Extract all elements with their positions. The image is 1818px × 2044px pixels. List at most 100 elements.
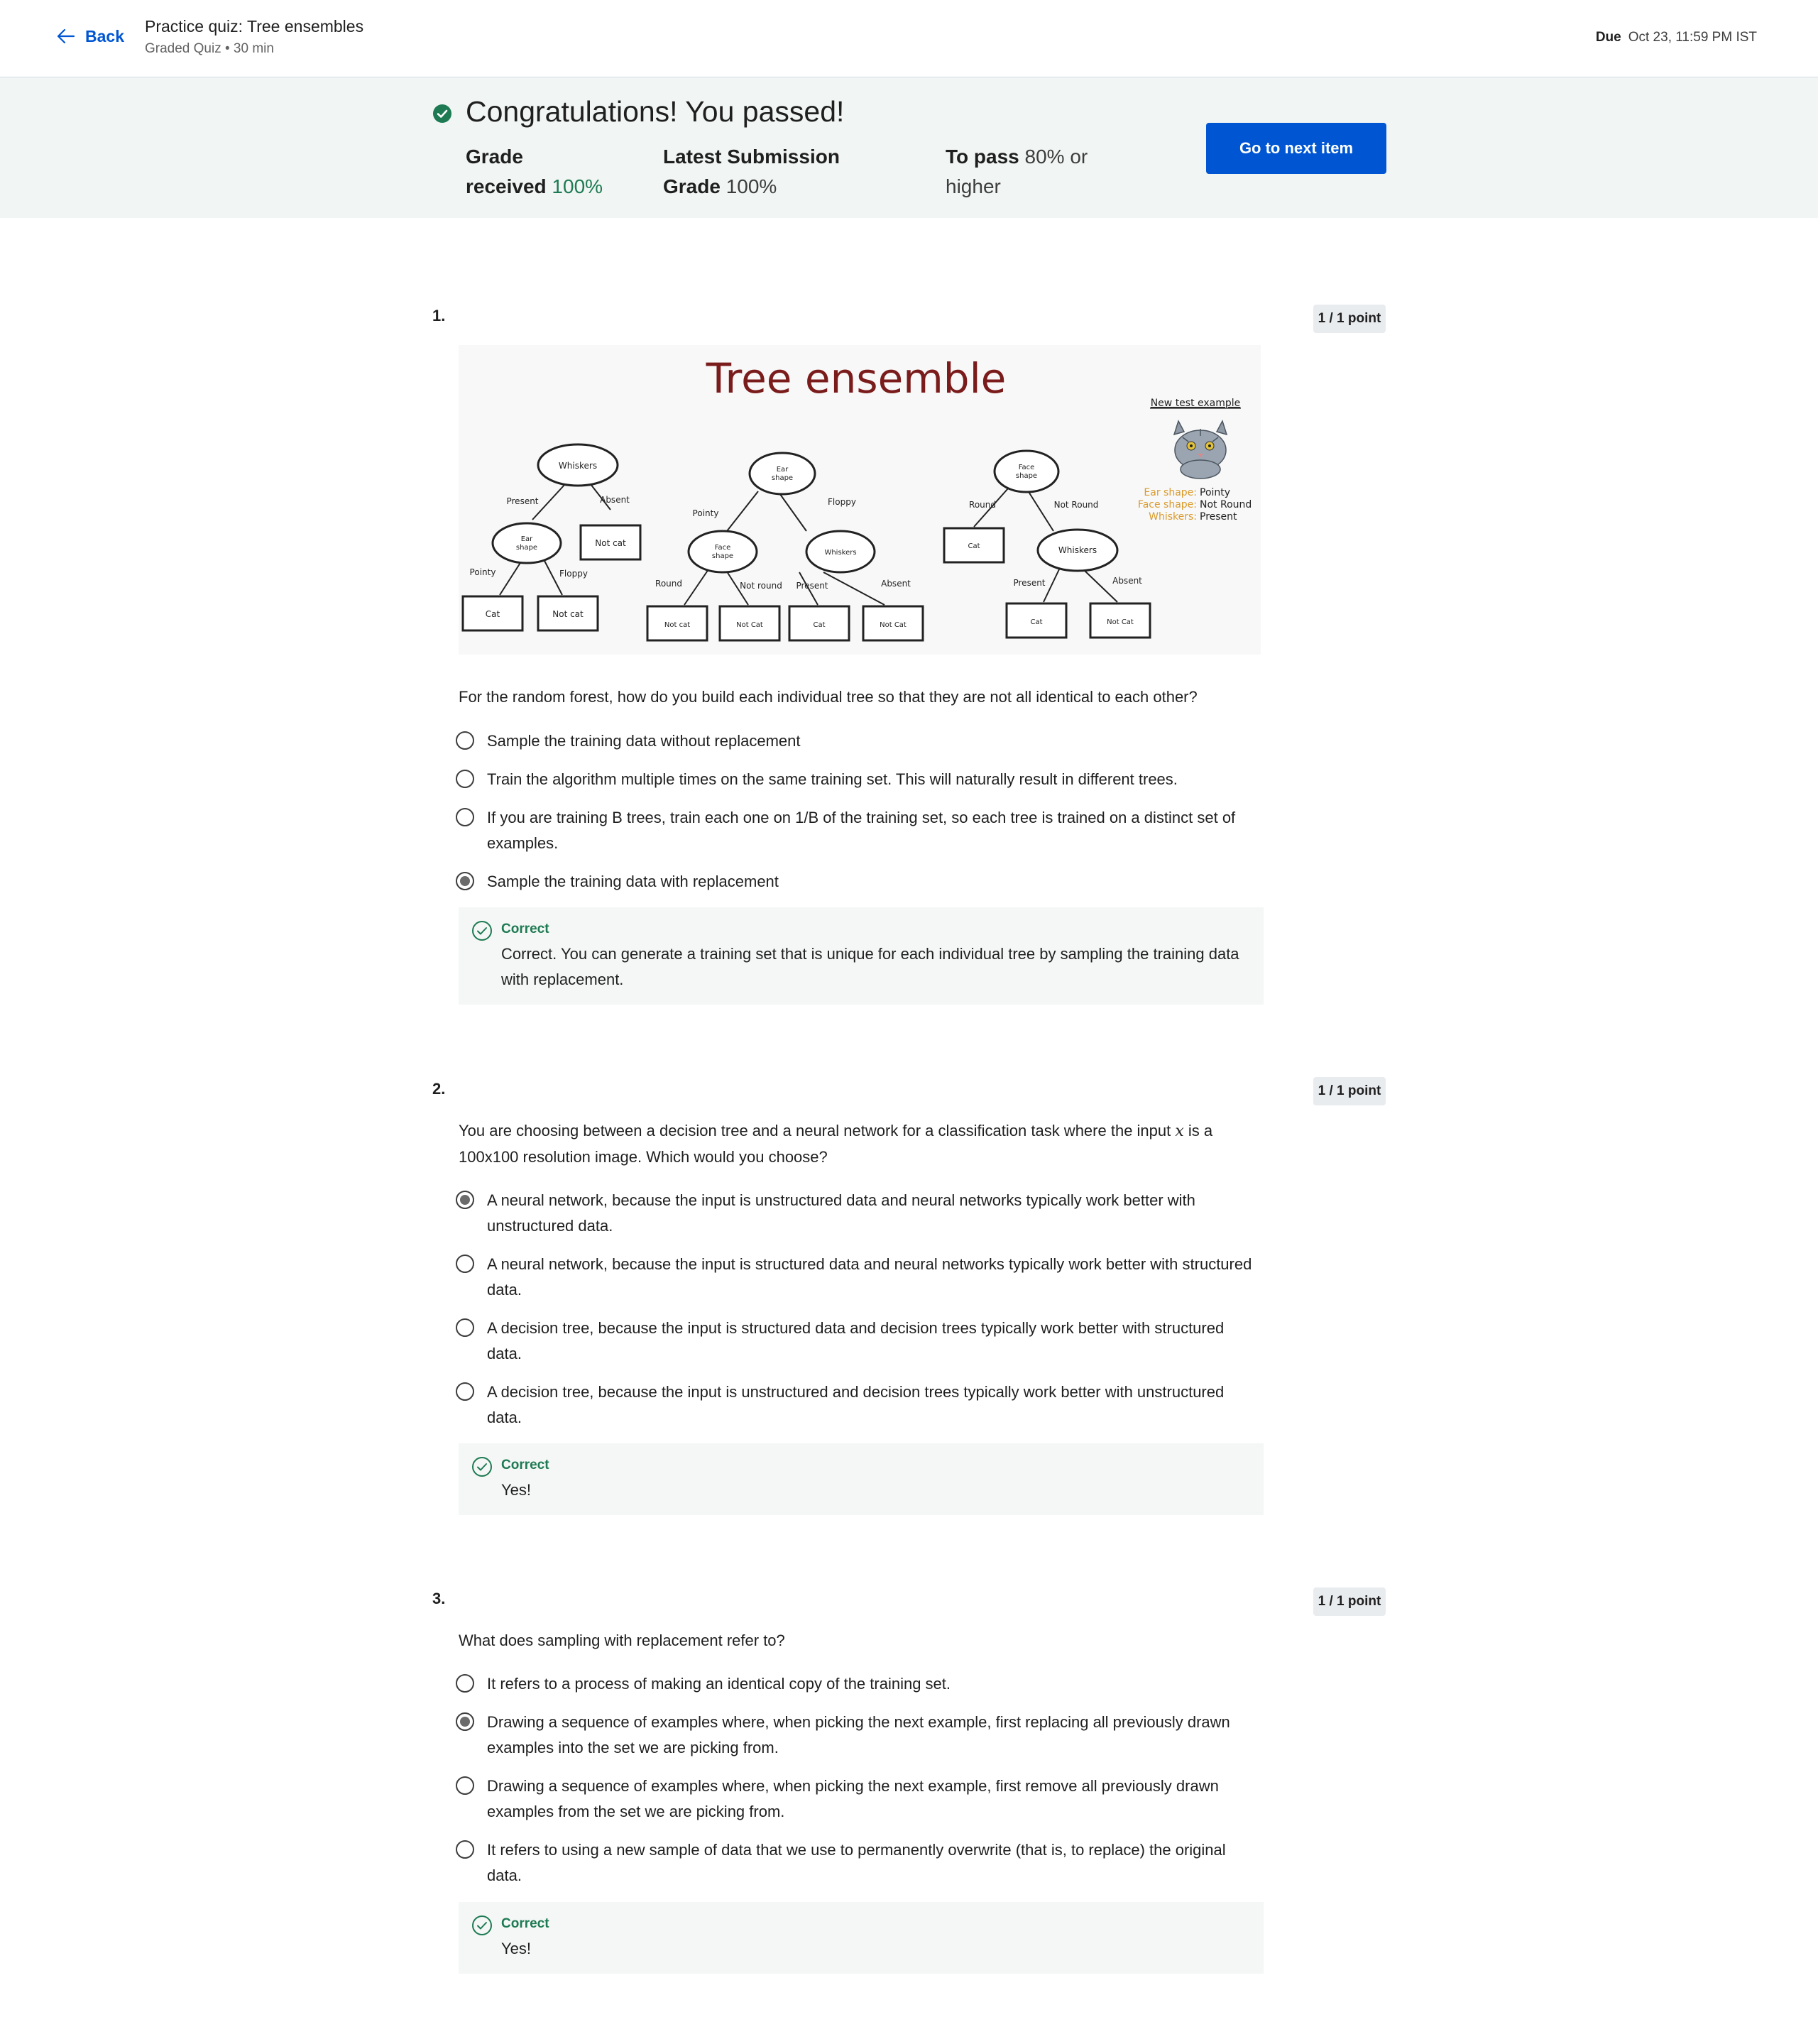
tree1-leaf-2: Not cat (552, 609, 584, 619)
tree1-child-edge-right: Floppy (559, 569, 588, 579)
tree2-right-label: Whiskers (824, 549, 856, 557)
question-prompt: What does sampling with replacement refe… (459, 1632, 785, 1649)
tree3-right-label: Whiskers (1058, 545, 1097, 555)
cat-icon (1173, 420, 1228, 479)
feedback-panel: Correct Yes! (459, 1443, 1264, 1515)
answer-option-selected[interactable]: Sample the training data with replacemen… (456, 869, 1258, 895)
back-link[interactable]: Back (55, 26, 124, 47)
tree2-root-label-1: Ear (777, 466, 789, 474)
radio-button[interactable] (456, 770, 474, 788)
answer-option[interactable]: If you are training B trees, train each … (456, 805, 1258, 856)
figure-title: Tree ensemble (706, 354, 1007, 403)
tree1-root-label: Whiskers (559, 461, 597, 471)
radio-button[interactable] (456, 1318, 474, 1337)
pass-label: To pass (946, 146, 1019, 168)
tree2-root-label-2: shape (772, 474, 793, 482)
radio-button[interactable] (456, 1776, 474, 1795)
attr-1-value: Pointy (1200, 487, 1230, 498)
answer-option[interactable]: A neural network, because the input is s… (456, 1252, 1258, 1303)
tree3-root-label-1: Face (1019, 464, 1035, 471)
feedback-title: Correct (501, 922, 549, 936)
answer-option[interactable]: Drawing a sequence of examples where, wh… (456, 1774, 1258, 1825)
pass-value-line2: higher (946, 175, 1001, 197)
quiz-title: Practice quiz: Tree ensembles (145, 17, 364, 35)
attr-1-key: Ear shape: (1144, 487, 1197, 498)
feedback-text: Correct. You can generate a training set… (501, 945, 1239, 988)
radio-button-selected[interactable] (456, 1191, 474, 1209)
check-circle-outline-icon (472, 1457, 492, 1477)
attr-2-key: Face shape: (1138, 499, 1197, 510)
feedback-title: Correct (501, 1458, 549, 1472)
check-circle-filled-icon (433, 104, 451, 123)
answer-option[interactable]: A decision tree, because the input is st… (456, 1316, 1258, 1367)
tree-ensemble-figure: Tree ensemble Whiskers Present Absent No… (459, 345, 1261, 655)
option-label: It refers to using a new sample of data … (487, 1841, 1226, 1884)
top-bar: Back Practice quiz: Tree ensembles Grade… (0, 0, 1818, 77)
back-label: Back (85, 26, 124, 45)
check-circle-outline-icon (472, 1915, 492, 1935)
tree3-edge-right: Not Round (1054, 500, 1099, 510)
tree3-root-label-2: shape (1016, 472, 1037, 480)
latest-value: 100% (725, 175, 777, 197)
tree2-edge-right: Floppy (828, 497, 856, 507)
tree2-rr-edge: Absent (881, 579, 911, 589)
check-circle-outline-icon (472, 921, 492, 941)
tree2-lr-edge: Not round (740, 581, 782, 591)
points-badge: 1 / 1 point (1313, 305, 1386, 333)
radio-button[interactable] (456, 1382, 474, 1401)
points-badge: 1 / 1 point (1313, 1077, 1386, 1105)
radio-button[interactable] (456, 731, 474, 750)
radio-button[interactable] (456, 1674, 474, 1693)
result-headline: Congratulations! You passed! (466, 95, 845, 128)
answer-option-selected[interactable]: Drawing a sequence of examples where, wh… (456, 1710, 1258, 1761)
grade-label-line2: received (466, 175, 547, 197)
option-label: A neural network, because the input is s… (487, 1255, 1252, 1299)
due-value: Oct 23, 11:59 PM IST (1628, 30, 1757, 45)
new-example-label: New test example (1151, 398, 1241, 409)
go-to-next-item-button[interactable]: Go to next item (1206, 123, 1386, 174)
feedback-panel: Correct Correct. You can generate a trai… (459, 907, 1264, 1005)
question-prompt: For the random forest, how do you build … (459, 688, 1198, 706)
grade-received: Grade received 100% (466, 142, 603, 202)
feedback-text: Yes! (501, 1940, 532, 1957)
answer-option[interactable]: It refers to using a new sample of data … (456, 1837, 1258, 1889)
tree1-child-edge-left: Pointy (470, 567, 496, 577)
option-label: A neural network, because the input is u… (487, 1191, 1195, 1235)
tree2-left-label-2: shape (712, 552, 733, 560)
radio-button[interactable] (456, 808, 474, 826)
radio-button[interactable] (456, 1840, 474, 1859)
option-label: A decision tree, because the input is st… (487, 1319, 1225, 1362)
grade-value: 100% (552, 175, 603, 197)
tree2-leaf-4: Not Cat (880, 621, 907, 629)
tree1-right-leaf: Not cat (595, 538, 626, 548)
radio-button[interactable] (456, 1255, 474, 1273)
feedback-text: Yes! (501, 1481, 532, 1499)
pass-value-line1: 80% or (1024, 146, 1088, 168)
tree3-left-leaf: Cat (968, 542, 980, 550)
feedback-title: Correct (501, 1916, 549, 1931)
radio-button-selected[interactable] (456, 1712, 474, 1731)
attr-3-key: Whiskers: (1149, 511, 1197, 523)
tree2-left-label-1: Face (715, 544, 731, 552)
tree1-edge-right: Absent (600, 495, 630, 505)
option-label: If you are training B trees, train each … (487, 809, 1236, 852)
option-label: Drawing a sequence of examples where, wh… (487, 1713, 1230, 1756)
tree1-child-label-1: Ear (521, 535, 533, 543)
answer-option[interactable]: Sample the training data without replace… (456, 728, 1258, 754)
grade-label-line1: Grade (466, 146, 523, 168)
question-number: 3. (432, 1590, 446, 1607)
tree3-rr-edge: Absent (1112, 576, 1142, 586)
prompt-math-variable: x (1175, 1122, 1184, 1140)
tree2-ll-edge: Round (655, 579, 682, 589)
answer-option[interactable]: Train the algorithm multiple times on th… (456, 767, 1258, 792)
feedback-panel: Correct Yes! (459, 1902, 1264, 1974)
answer-option[interactable]: It refers to a process of making an iden… (456, 1671, 1258, 1697)
radio-button-selected[interactable] (456, 872, 474, 890)
option-label: Train the algorithm multiple times on th… (487, 770, 1178, 788)
latest-submission-grade: Latest Submission Grade 100% (663, 142, 840, 202)
answer-option[interactable]: A decision tree, because the input is un… (456, 1379, 1258, 1431)
answer-option-selected[interactable]: A neural network, because the input is u… (456, 1188, 1258, 1239)
attr-3-value: Present (1200, 511, 1237, 523)
arrow-left-icon (57, 28, 75, 44)
quiz-meta: Graded Quiz • 30 min (145, 41, 274, 56)
